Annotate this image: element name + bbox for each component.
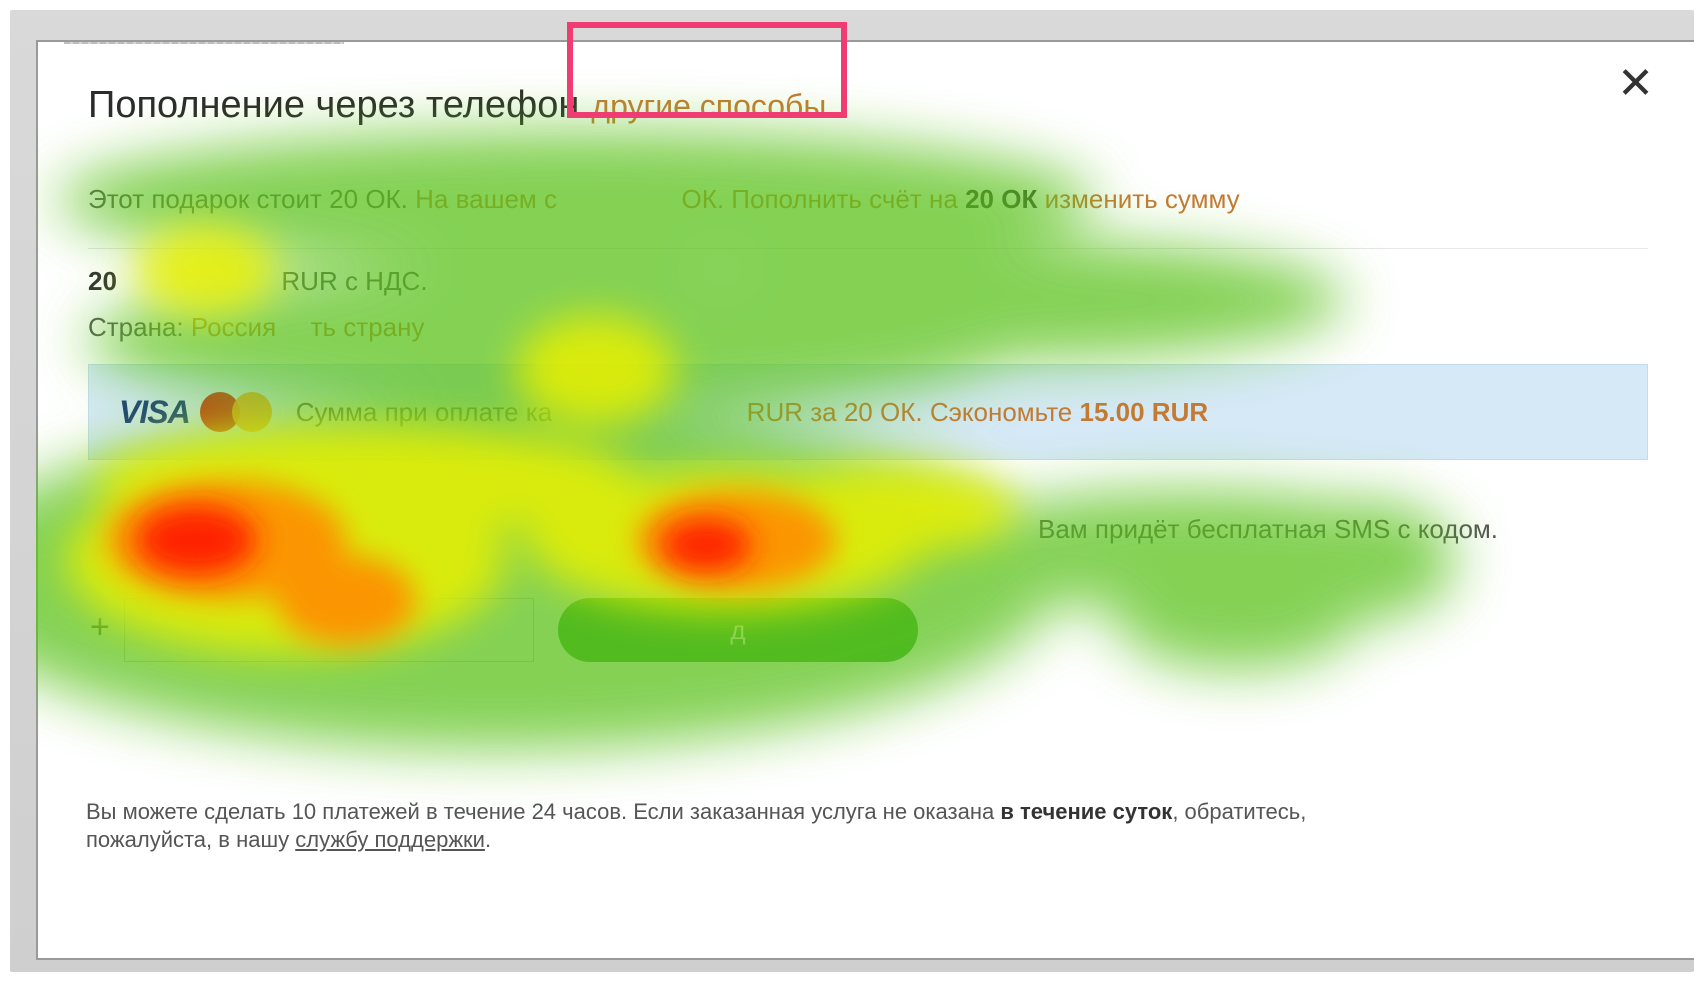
footer-text-4: . — [484, 827, 492, 852]
footer-bold: в течение суток — [1000, 799, 1173, 824]
change-country-link[interactable]: ть страну — [311, 312, 425, 342]
topup-on-text: на — [929, 184, 958, 214]
phone-prefix: + — [90, 608, 110, 646]
card-payment-banner[interactable]: VISA Сумма при оплате ка RUR за 20 ОК. С… — [88, 364, 1648, 460]
country-line: Страна: Россия ть страну — [88, 312, 425, 343]
banner-save-label: Сэкономьте — [929, 396, 1073, 427]
mastercard-icon — [199, 392, 276, 432]
divider — [88, 248, 1648, 249]
payment-dialog: ✕ Пополнение через телефон другие способы… — [36, 40, 1694, 960]
amount-line: 20 RUR с НДС. — [88, 266, 428, 297]
banner-text: Сумма при оплате ка RUR за 20 ОК. Сэконо… — [296, 397, 1208, 428]
banner-text-1: Сумма при оплате ка — [295, 396, 553, 427]
balance-text: На вашем с — [415, 184, 558, 214]
price-line: Этот подарок стоит 20 ОК. На вашем с ОК.… — [88, 184, 1240, 215]
close-icon[interactable]: ✕ — [1617, 62, 1654, 106]
price-text: Этот подарок стоит 20 ОК. — [88, 184, 408, 214]
footer-note: Вы можете сделать 10 платежей в течение … — [86, 798, 1566, 854]
dialog-title: Пополнение через телефон — [88, 84, 580, 126]
country-value: Россия — [190, 312, 277, 342]
top-strip — [64, 42, 344, 44]
change-amount-link[interactable]: изменить сумму — [1045, 184, 1240, 214]
amount-value: 20 — [88, 266, 117, 296]
sms-note: Вам придёт бесплатная SMS с кодом. — [1038, 514, 1499, 544]
visa-logo: VISA — [119, 393, 191, 430]
footer-text-1: Вы можете сделать 10 платежей в течение … — [86, 799, 995, 824]
amount-rest: RUR с НДС. — [281, 266, 428, 296]
topup-text: ОК. Пополнить счёт — [681, 184, 922, 214]
footer-text-3: пожалуйста, в нашу — [86, 827, 290, 852]
banner-text-2: RUR за 20 ОК. — [746, 396, 923, 427]
topup-amount: 20 ОК — [965, 184, 1038, 214]
phone-input[interactable] — [124, 598, 534, 662]
footer-text-2: , обратитесь, — [1172, 799, 1307, 824]
banner-savings: 15.00 RUR — [1079, 396, 1209, 427]
get-code-button[interactable]: д — [558, 598, 918, 662]
country-label: Страна: — [88, 312, 184, 342]
highlight-box — [567, 22, 847, 118]
support-link[interactable]: службу поддержки — [295, 827, 485, 852]
